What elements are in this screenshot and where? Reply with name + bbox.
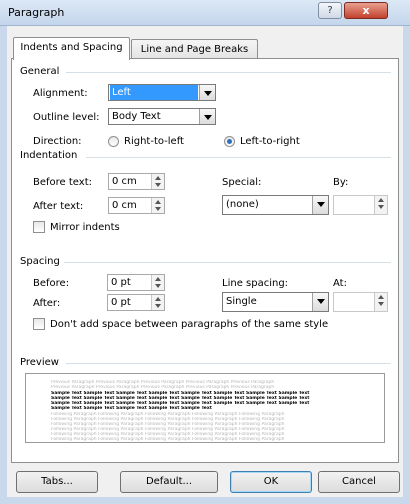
help-button[interactable]: ? [318,2,342,19]
alignment-value: Left [110,85,198,100]
window-title: Paragraph [8,6,65,19]
default-button-label: Default... [145,476,193,487]
before-text-value: 0 cm [112,176,137,187]
section-indentation: Indentation [20,150,78,161]
spinner-arrows-icon[interactable] [151,198,164,213]
after-text-spinner[interactable]: 0 cm [108,197,165,214]
spinner-arrows-icon[interactable] [374,293,387,311]
section-general: General [20,66,60,77]
special-dropdown[interactable]: (none) [222,195,329,215]
before-text-spinner[interactable]: 0 cm [108,173,165,190]
alignment-label: Alignment: [33,88,88,99]
spinner-arrows-icon[interactable] [151,295,164,310]
spinner-arrows-icon[interactable] [151,275,164,290]
tabs-button-label: Tabs... [41,476,73,487]
before-text-label: Before text: [33,177,92,188]
spinner-arrows-icon[interactable] [151,174,164,189]
close-button[interactable]: x [344,2,388,19]
section-preview: Preview [20,357,59,368]
cancel-button-label: Cancel [342,476,376,487]
chevron-down-icon[interactable] [199,85,215,100]
mirror-indents-label[interactable]: Mirror indents [50,222,120,233]
window-frame-left [0,26,7,504]
chevron-down-icon[interactable] [199,109,215,124]
outline-level-value: Body Text [112,111,161,122]
radio-left-to-right[interactable] [224,136,235,147]
separator [66,363,391,364]
window-frame-bottom [0,497,410,504]
special-label: Special: [222,177,262,188]
dont-add-space-label[interactable]: Don't add space between paragraphs of th… [50,319,328,330]
ok-button-label: OK [263,476,279,487]
spinner-arrows-icon[interactable] [374,196,387,214]
radio-right-to-left-label[interactable]: Right-to-left [124,136,184,147]
line-spacing-dropdown[interactable]: Single [222,292,329,312]
spacing-before-spinner[interactable]: 0 pt [107,274,165,291]
line-spacing-value: Single [226,296,257,307]
tab-label: Line and Page Breaks [140,44,249,55]
default-button[interactable]: Default... [120,471,218,493]
separator [66,72,391,73]
alignment-dropdown[interactable]: Left [108,84,216,101]
spacing-after-label: After: [33,298,61,309]
after-text-label: After text: [33,201,84,212]
radio-right-to-left[interactable] [108,136,119,147]
dont-add-space-checkbox[interactable] [33,318,45,330]
ok-button[interactable]: OK [230,471,312,493]
preview-sample-line: Sample Text Sample Text Sample Text Samp… [51,406,212,411]
cancel-button[interactable]: Cancel [318,471,400,493]
section-spacing: Spacing [20,256,60,267]
tab-label: Indents and Spacing [20,42,123,53]
at-label: At: [333,278,347,289]
separator [64,262,391,263]
spacing-after-spinner[interactable]: 0 pt [107,294,165,311]
preview-following-line: Following Paragraph Following Paragraph … [51,437,285,442]
direction-label: Direction: [33,136,82,147]
radio-left-to-right-label[interactable]: Left-to-right [240,136,300,147]
at-spinner[interactable] [333,292,388,312]
window-frame-right [403,26,410,504]
title-bar[interactable]: Paragraph ? x [0,0,410,26]
separator [86,157,391,158]
mirror-indents-checkbox[interactable] [33,221,45,233]
line-spacing-label: Line spacing: [222,278,289,289]
outline-level-dropdown[interactable]: Body Text [108,108,216,125]
tab-line-and-page-breaks[interactable]: Line and Page Breaks [131,39,258,60]
spacing-before-value: 0 pt [111,277,131,288]
chevron-down-icon[interactable] [312,196,328,214]
by-label: By: [333,177,349,188]
tab-indents-and-spacing[interactable]: Indents and Spacing [13,37,130,60]
preview-previous-line: Previous Paragraph Previous Paragraph Pr… [51,385,275,390]
special-value: (none) [226,199,259,210]
spacing-before-label: Before: [33,278,70,289]
spacing-after-value: 0 pt [111,297,131,308]
preview-box: Previous Paragraph Previous Paragraph Pr… [25,373,385,443]
after-text-value: 0 cm [112,200,137,211]
chevron-down-icon[interactable] [312,293,328,311]
tabs-button[interactable]: Tabs... [16,471,98,493]
outline-level-label: Outline level: [33,112,100,123]
by-spinner[interactable] [333,195,388,215]
